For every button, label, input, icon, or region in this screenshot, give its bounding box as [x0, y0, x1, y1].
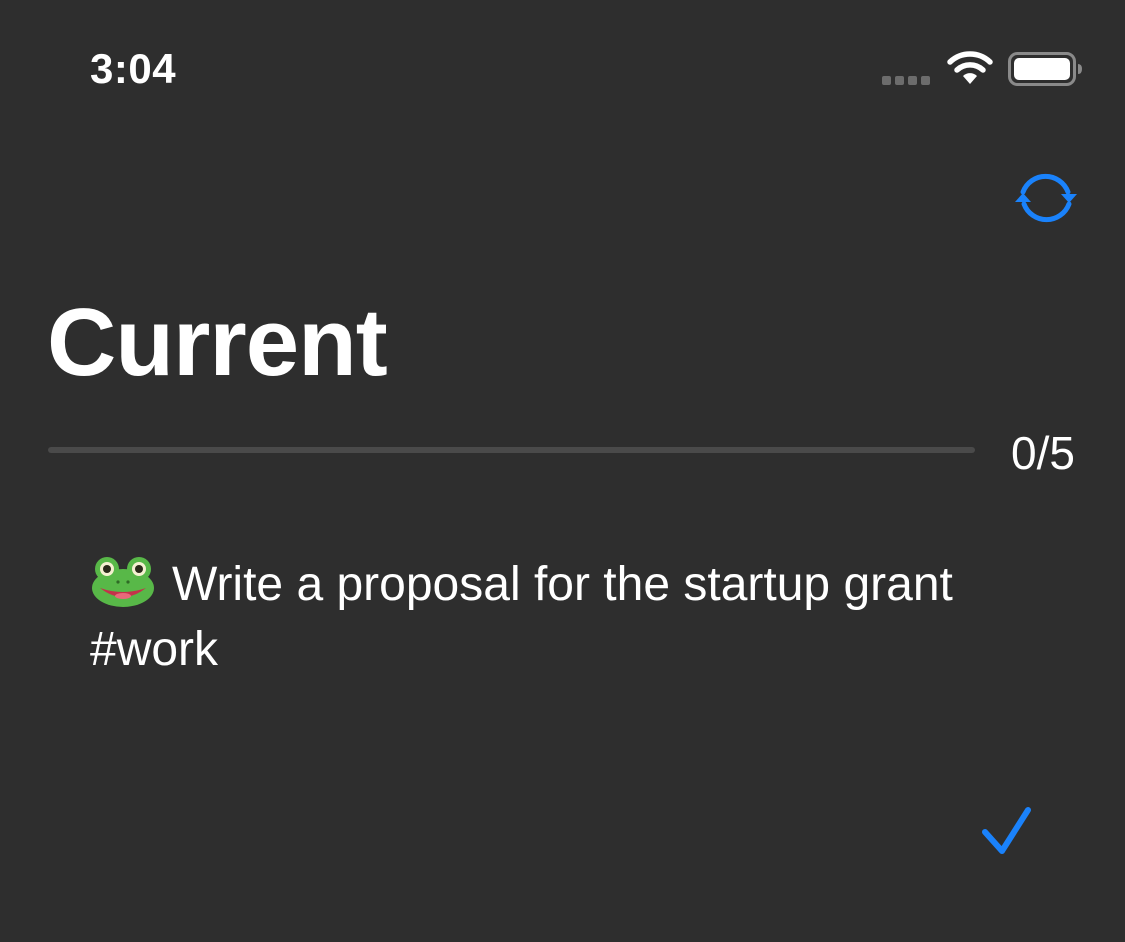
status-time: 3:04	[90, 45, 177, 92]
battery-icon	[1008, 52, 1082, 86]
cellular-signal-icon	[882, 76, 930, 85]
current-task[interactable]: Write a proposal for the startup grant #…	[90, 552, 1050, 682]
task-text: Write a proposal for the startup grant #…	[90, 558, 953, 676]
complete-task-button[interactable]	[978, 802, 1034, 858]
page-title: Current	[47, 289, 388, 396]
checkmark-icon	[982, 807, 1031, 854]
frog-emoji-icon	[92, 557, 154, 607]
progress-count: 0/5	[1011, 427, 1075, 479]
refresh-button[interactable]	[1012, 168, 1080, 228]
wifi-icon	[947, 51, 993, 84]
refresh-icon	[1015, 173, 1077, 223]
progress-bar	[48, 447, 975, 453]
